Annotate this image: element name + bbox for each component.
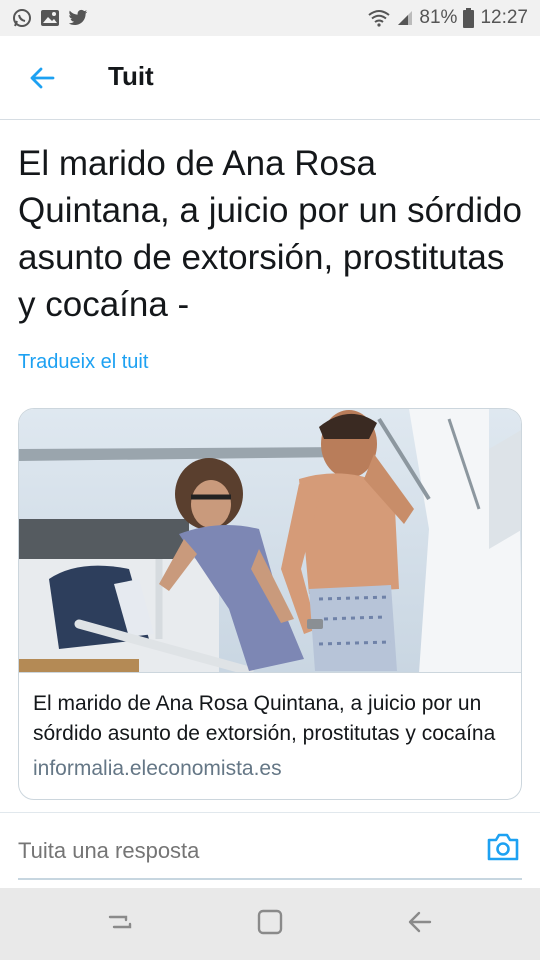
recent-apps-button[interactable] — [102, 908, 138, 940]
gallery-icon — [40, 9, 60, 27]
system-status: 81% 12:27 — [367, 7, 528, 29]
camera-button[interactable] — [486, 832, 522, 868]
notification-icons — [12, 8, 88, 28]
reply-input[interactable] — [18, 838, 306, 864]
home-button[interactable] — [252, 908, 288, 940]
page-title: Tuit — [108, 61, 154, 91]
battery-icon — [463, 8, 475, 28]
twitter-icon — [68, 9, 88, 27]
back-nav-button[interactable] — [402, 908, 438, 940]
reply-underline — [18, 878, 522, 880]
navigation-bar — [0, 888, 540, 960]
home-icon — [256, 908, 284, 941]
wifi-icon — [367, 9, 391, 27]
back-button[interactable] — [22, 60, 62, 100]
card-domain: informalia.eleconomista.es — [33, 757, 282, 780]
app-bar: Tuit — [0, 36, 540, 120]
arrow-left-icon — [29, 66, 55, 95]
card-title: El marido de Ana Rosa Quintana, a juicio… — [33, 692, 496, 745]
card-image[interactable] — [19, 409, 521, 673]
whatsapp-icon — [12, 8, 32, 28]
status-bar: 81% 12:27 — [0, 0, 540, 36]
back-icon — [406, 909, 434, 940]
recent-apps-icon — [106, 909, 134, 940]
signal-icon — [397, 10, 413, 26]
card-photo — [19, 409, 521, 672]
divider — [0, 812, 540, 813]
translate-tweet-link[interactable]: Tradueix el tuit — [18, 351, 148, 374]
tweet-text: El marido de Ana Rosa Quintana, a juicio… — [18, 144, 522, 324]
clock: 12:27 — [480, 7, 528, 28]
battery-percent: 81% — [419, 7, 458, 28]
camera-icon — [486, 833, 520, 866]
link-card[interactable]: El marido de Ana Rosa Quintana, a juicio… — [18, 408, 522, 800]
